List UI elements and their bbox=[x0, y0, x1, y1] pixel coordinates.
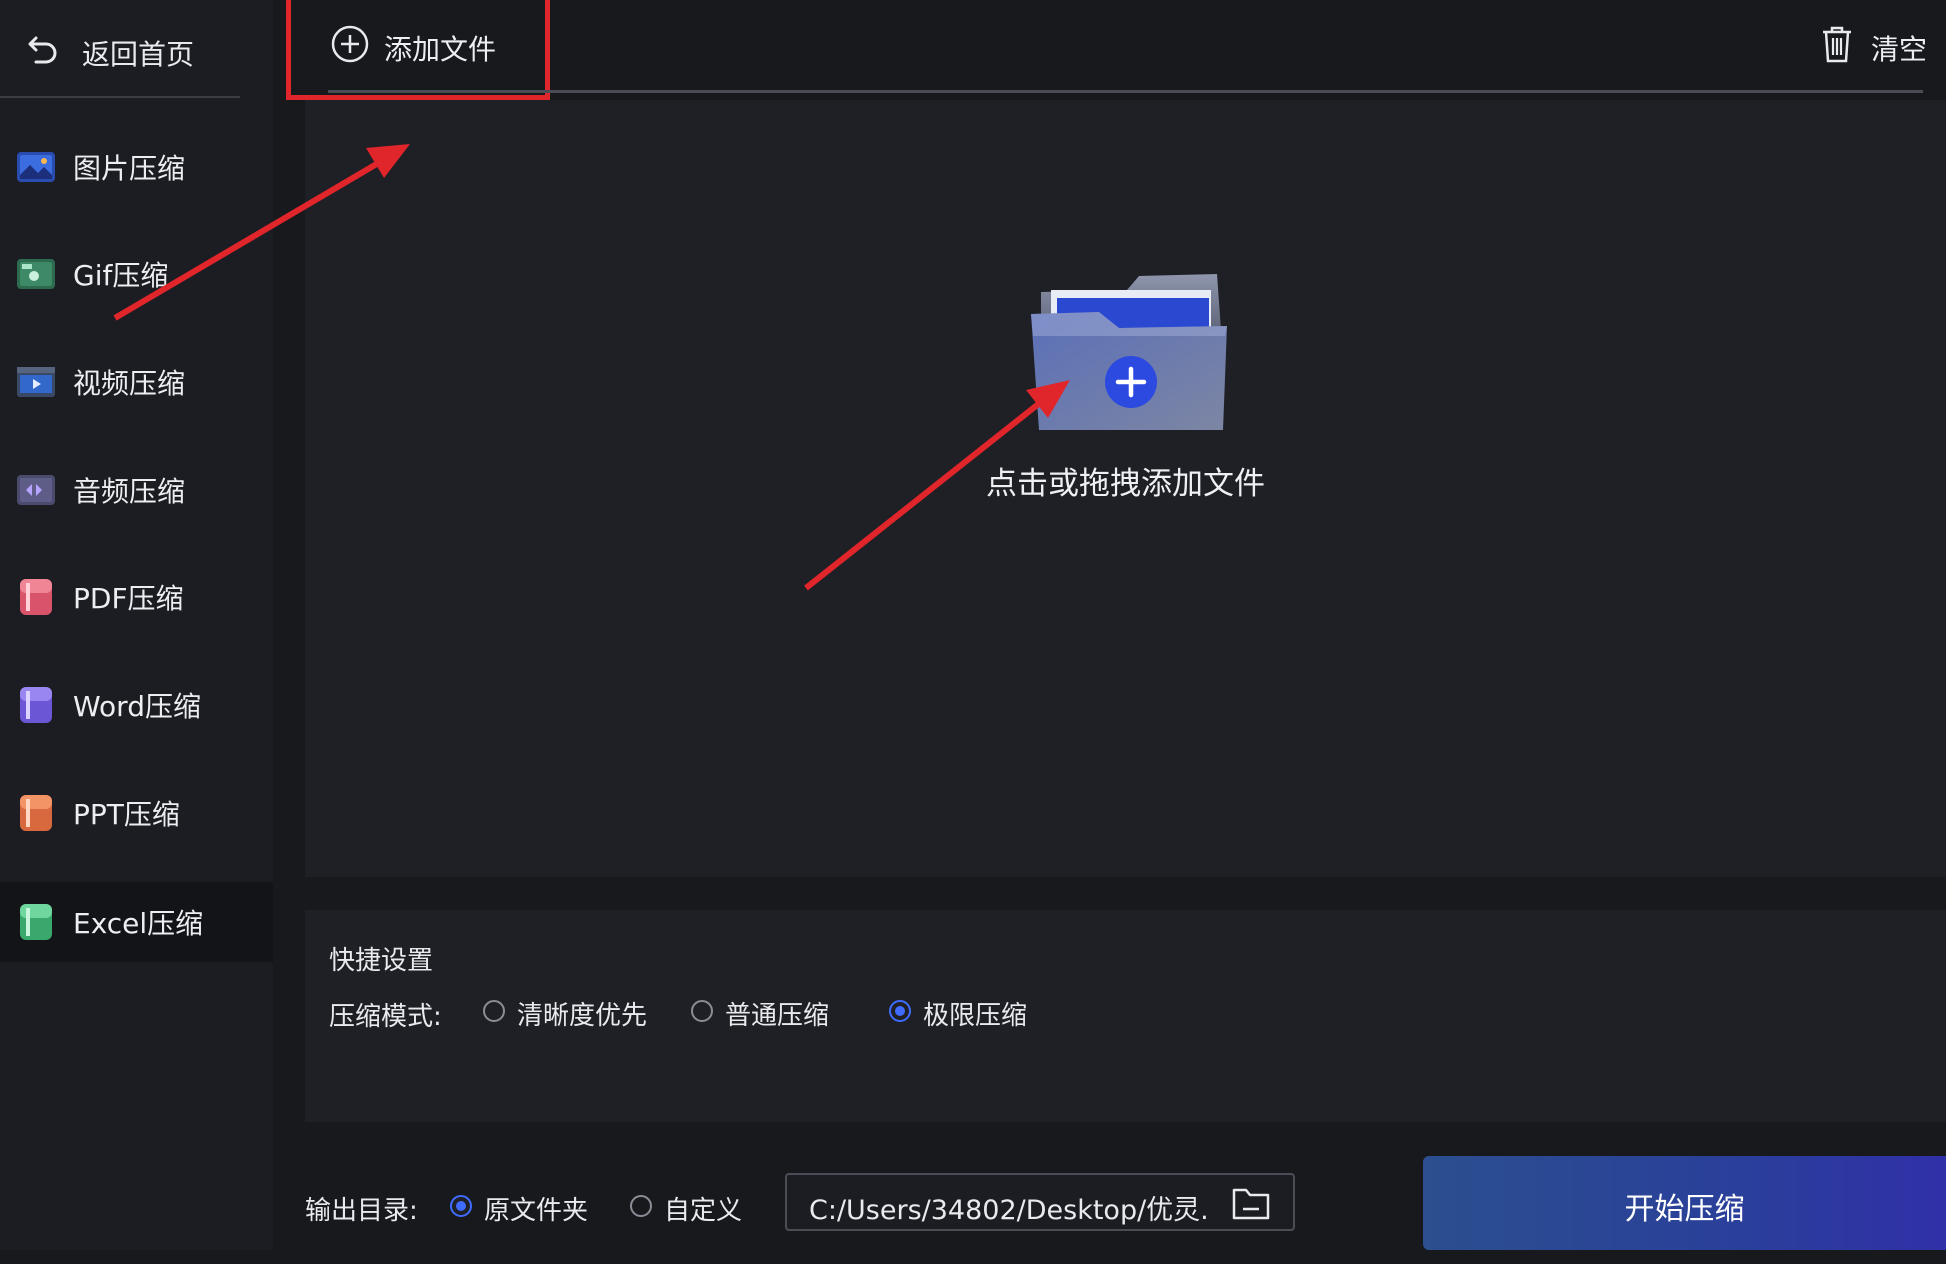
image-compress-icon bbox=[17, 152, 55, 182]
sidebar-item-label: 视频压缩 bbox=[73, 367, 186, 400]
sidebar-item-label: PPT压缩 bbox=[73, 798, 180, 831]
back-home-label: 返回首页 bbox=[82, 38, 195, 71]
quick-settings-panel: 快捷设置 压缩模式: 清晰度优先 普通压缩 极限压缩 bbox=[305, 910, 1946, 1122]
clear-label: 清空 bbox=[1871, 33, 1928, 66]
sidebar-item-label: Gif压缩 bbox=[73, 259, 169, 292]
sidebar-item-label: PDF压缩 bbox=[73, 582, 184, 615]
word-compress-icon bbox=[20, 687, 52, 723]
back-home-button[interactable]: 返回首页 bbox=[0, 0, 240, 98]
gif-compress-icon bbox=[17, 259, 55, 289]
sidebar-item-video[interactable]: 视频压缩 bbox=[0, 342, 273, 422]
sidebar-item-gif[interactable]: Gif压缩 bbox=[0, 234, 273, 314]
start-compress-label: 开始压缩 bbox=[1624, 1192, 1745, 1227]
sidebar: 返回首页 图片压缩 Gif压缩 视频压缩 音频压缩 PDF压缩 Word压缩 P… bbox=[0, 0, 273, 1250]
radio-label: 极限压缩 bbox=[923, 1001, 1028, 1031]
annotation-highlight-box bbox=[286, 0, 550, 100]
clear-button[interactable]: 清空 bbox=[1815, 22, 1935, 66]
start-compress-button[interactable]: 开始压缩 bbox=[1423, 1156, 1946, 1250]
back-arrow-icon bbox=[28, 36, 57, 64]
compression-mode-label: 压缩模式: bbox=[329, 1002, 442, 1032]
sidebar-item-ppt[interactable]: PPT压缩 bbox=[0, 773, 273, 853]
top-divider bbox=[328, 90, 1923, 93]
radio-circle bbox=[889, 1000, 911, 1022]
sidebar-item-image[interactable]: 图片压缩 bbox=[0, 127, 273, 207]
radio-circle bbox=[691, 1000, 713, 1022]
radio-circle bbox=[630, 1195, 652, 1217]
radio-label: 清晰度优先 bbox=[517, 1001, 648, 1031]
output-directory-label: 输出目录: bbox=[305, 1196, 418, 1226]
trash-icon bbox=[1823, 26, 1851, 63]
sidebar-item-label: 音频压缩 bbox=[73, 475, 186, 508]
pdf-compress-icon bbox=[20, 579, 52, 615]
drop-zone-hint: 点击或拖拽添加文件 bbox=[986, 466, 1265, 502]
output-path-text: C:/Users/34802/Desktop/优灵. bbox=[809, 1195, 1209, 1226]
ppt-compress-icon bbox=[20, 795, 52, 831]
excel-compress-icon bbox=[20, 904, 52, 940]
browse-folder-icon[interactable] bbox=[1231, 1185, 1271, 1221]
radio-label: 普通压缩 bbox=[725, 1001, 830, 1031]
file-drop-zone[interactable]: 点击或拖拽添加文件 bbox=[305, 100, 1946, 877]
sidebar-item-audio[interactable]: 音频压缩 bbox=[0, 450, 273, 530]
audio-compress-icon bbox=[17, 475, 55, 505]
sidebar-item-excel[interactable]: Excel压缩 bbox=[0, 882, 273, 962]
sidebar-item-word[interactable]: Word压缩 bbox=[0, 665, 273, 745]
quick-settings-title: 快捷设置 bbox=[329, 946, 434, 976]
sidebar-item-label: Word压缩 bbox=[73, 690, 201, 723]
radio-label: 原文件夹 bbox=[484, 1196, 589, 1226]
output-path-field[interactable]: C:/Users/34802/Desktop/优灵. bbox=[785, 1173, 1295, 1231]
radio-label: 自定义 bbox=[664, 1196, 743, 1226]
radio-circle bbox=[450, 1195, 472, 1217]
sidebar-item-label: Excel压缩 bbox=[73, 907, 204, 940]
sidebar-item-pdf[interactable]: PDF压缩 bbox=[0, 557, 273, 637]
video-compress-icon bbox=[17, 367, 55, 397]
radio-circle bbox=[483, 1000, 505, 1022]
sidebar-item-label: 图片压缩 bbox=[73, 152, 186, 185]
add-folder-icon bbox=[1031, 274, 1227, 430]
